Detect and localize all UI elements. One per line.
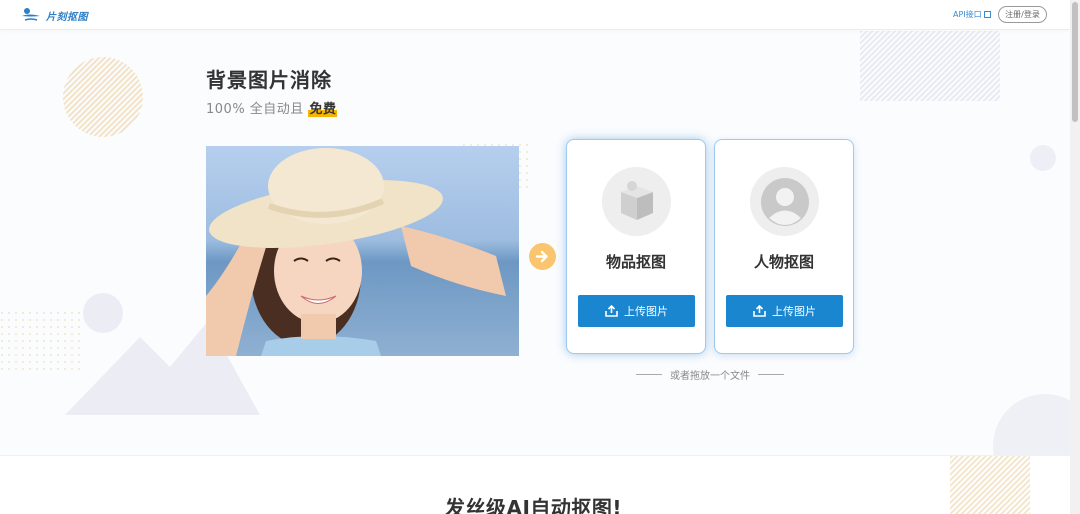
divider-line [758, 374, 784, 375]
background-decoration [0, 31, 1070, 456]
person-cutout-card[interactable]: 人物抠图 上传图片 [714, 139, 854, 354]
hero-section: 背景图片消除 100% 全自动且 免费 物品抠图 上传图片 人物抠图 上传图片 … [0, 31, 1070, 456]
api-link[interactable]: API接口 [953, 9, 991, 20]
page-title: 背景图片消除 [206, 68, 332, 92]
upload-button-person[interactable]: 上传图片 [726, 295, 843, 327]
section-heading: 发丝级AI自动抠图! [445, 496, 623, 514]
upload-icon [605, 305, 618, 317]
box-icon [602, 167, 671, 236]
logo[interactable]: 片刻抠图 [21, 7, 88, 23]
drop-hint-text: 或者拖放一个文件 [670, 371, 750, 382]
object-cutout-card[interactable]: 物品抠图 上传图片 [566, 139, 706, 354]
page-scrollbar[interactable] [1070, 0, 1080, 514]
free-highlight: 免费 [308, 102, 338, 117]
api-link-label: API接口 [953, 10, 982, 19]
upload-button-object[interactable]: 上传图片 [578, 295, 695, 327]
login-register-button[interactable]: 注册/登录 [998, 6, 1047, 23]
sample-photo [206, 146, 519, 356]
object-cutout-title: 物品抠图 [605, 253, 666, 271]
arrow-right-icon [529, 243, 556, 270]
logo-icon [22, 8, 40, 21]
drop-file-hint: 或者拖放一个文件 [636, 367, 784, 382]
upload-button-label: 上传图片 [624, 305, 668, 318]
top-navbar: 片刻抠图 API接口 注册/登录 [0, 0, 1070, 30]
divider-line [636, 374, 662, 375]
user-icon [750, 167, 819, 236]
subtitle-text: 100% 全自动且 [206, 102, 309, 117]
upload-icon [753, 305, 766, 317]
person-cutout-title: 人物抠图 [753, 253, 814, 271]
page-subtitle: 100% 全自动且 免费 [206, 98, 338, 117]
scrollbar-thumb[interactable] [1072, 2, 1078, 122]
logo-text: 片刻抠图 [46, 11, 88, 23]
upload-button-label: 上传图片 [772, 305, 816, 318]
external-link-icon [983, 11, 991, 18]
